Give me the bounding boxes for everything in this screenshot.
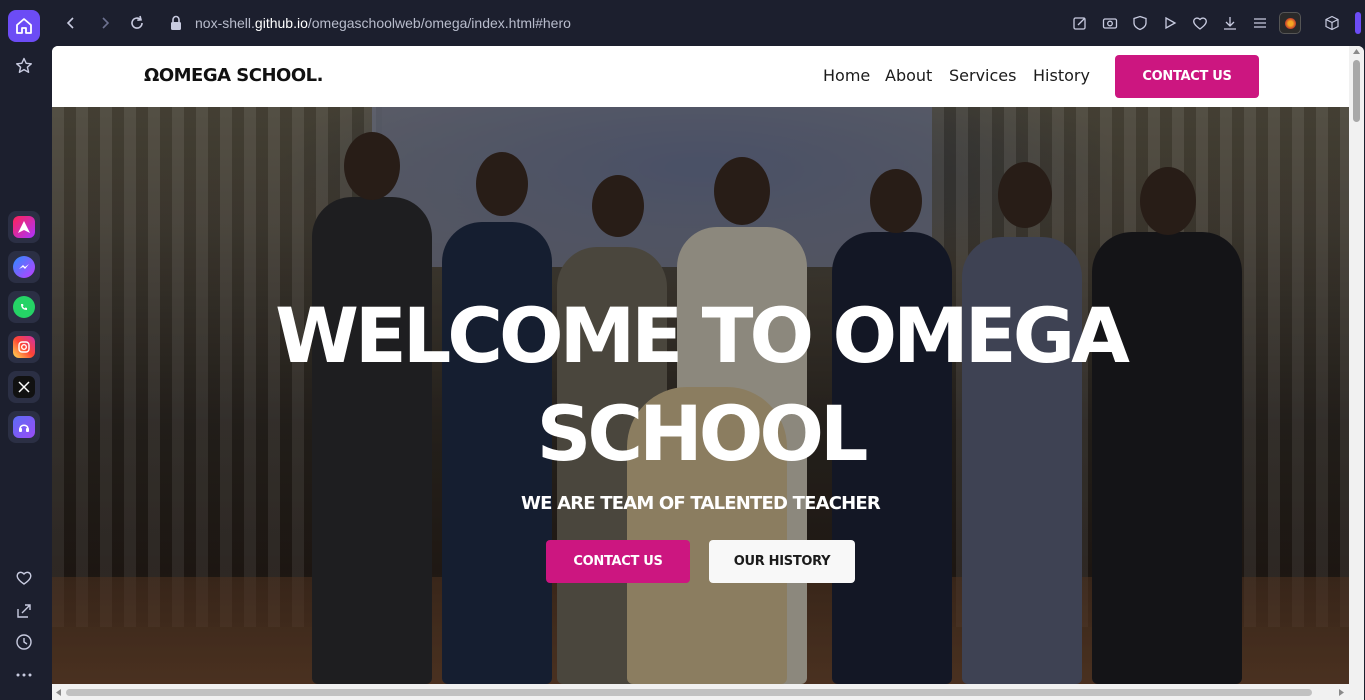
whatsapp-app-icon[interactable] (8, 291, 40, 323)
lock-icon[interactable] (167, 14, 185, 32)
instagram-app-icon[interactable] (8, 331, 40, 363)
scroll-left-icon[interactable] (55, 688, 63, 697)
heart-icon[interactable] (8, 562, 40, 594)
camera-icon[interactable] (1102, 15, 1118, 31)
hero-subtitle: WE ARE TEAM OF TALENTED TEACHER (521, 493, 881, 514)
hero-title-line1: WELCOME TO OMEGA (275, 291, 1130, 380)
scroll-up-icon[interactable] (1352, 48, 1361, 56)
webpage-viewport: ΩOMEGA SCHOOL. Home About Services Histo… (52, 46, 1364, 700)
x-app-icon[interactable] (8, 371, 40, 403)
home-icon[interactable] (8, 10, 40, 42)
vertical-scroll-thumb[interactable] (1353, 60, 1360, 122)
site-logo[interactable]: ΩOMEGA SCHOOL. (144, 65, 323, 86)
hero-contact-button[interactable]: CONTACT US (546, 540, 690, 583)
menu-settings-icon[interactable] (1252, 15, 1268, 31)
play-icon[interactable] (1162, 15, 1178, 31)
hero-history-button[interactable]: OUR HISTORY (709, 540, 855, 583)
history-clock-icon[interactable] (8, 626, 40, 658)
avatar-dot (1285, 18, 1296, 29)
download-icon[interactable] (1222, 15, 1238, 31)
share-icon[interactable] (8, 595, 40, 627)
reload-icon[interactable] (128, 14, 146, 32)
more-icon[interactable] (8, 659, 40, 691)
horizontal-scroll-thumb[interactable] (66, 689, 1312, 696)
edit-icon[interactable] (1072, 15, 1088, 31)
forward-icon[interactable] (96, 14, 114, 32)
music-app-icon[interactable] (8, 411, 40, 443)
extensions-area (1313, 5, 1365, 41)
logo-text: OMEGA SCHOOL. (158, 65, 324, 86)
aria-app-icon[interactable] (8, 211, 40, 243)
scroll-right-icon[interactable] (1337, 688, 1345, 697)
vertical-scrollbar[interactable] (1349, 46, 1364, 684)
url-field[interactable]: nox-shell.github.io/omegaschoolweb/omega… (195, 15, 571, 31)
shield-icon[interactable] (1132, 15, 1148, 31)
favorite-icon[interactable] (1192, 15, 1208, 31)
back-icon[interactable] (62, 14, 80, 32)
nav-home[interactable]: Home (823, 66, 870, 85)
address-bar: nox-shell.github.io/omegaschoolweb/omega… (52, 5, 1305, 41)
horizontal-scrollbar[interactable] (52, 684, 1364, 700)
site-navbar: ΩOMEGA SCHOOL. Home About Services Histo… (52, 46, 1349, 107)
browser-sidebar (0, 0, 48, 700)
nav-about[interactable]: About (885, 66, 932, 85)
star-icon[interactable] (8, 50, 40, 82)
hero-title-line2: SCHOOL (536, 389, 869, 478)
extension-indicator (1355, 12, 1361, 34)
nav-contact-button[interactable]: CONTACT US (1115, 55, 1259, 98)
omega-logo-icon: Ω (144, 65, 159, 86)
nav-services[interactable]: Services (949, 66, 1016, 85)
messenger-app-icon[interactable] (8, 251, 40, 283)
profile-avatar[interactable] (1279, 12, 1301, 34)
nav-history[interactable]: History (1033, 66, 1090, 85)
hero-section: WELCOME TO OMEGA SCHOOL WE ARE TEAM OF TA… (52, 107, 1349, 684)
hero-title: WELCOME TO OMEGA SCHOOL (52, 287, 1349, 483)
extensions-cube-icon[interactable] (1324, 15, 1340, 31)
